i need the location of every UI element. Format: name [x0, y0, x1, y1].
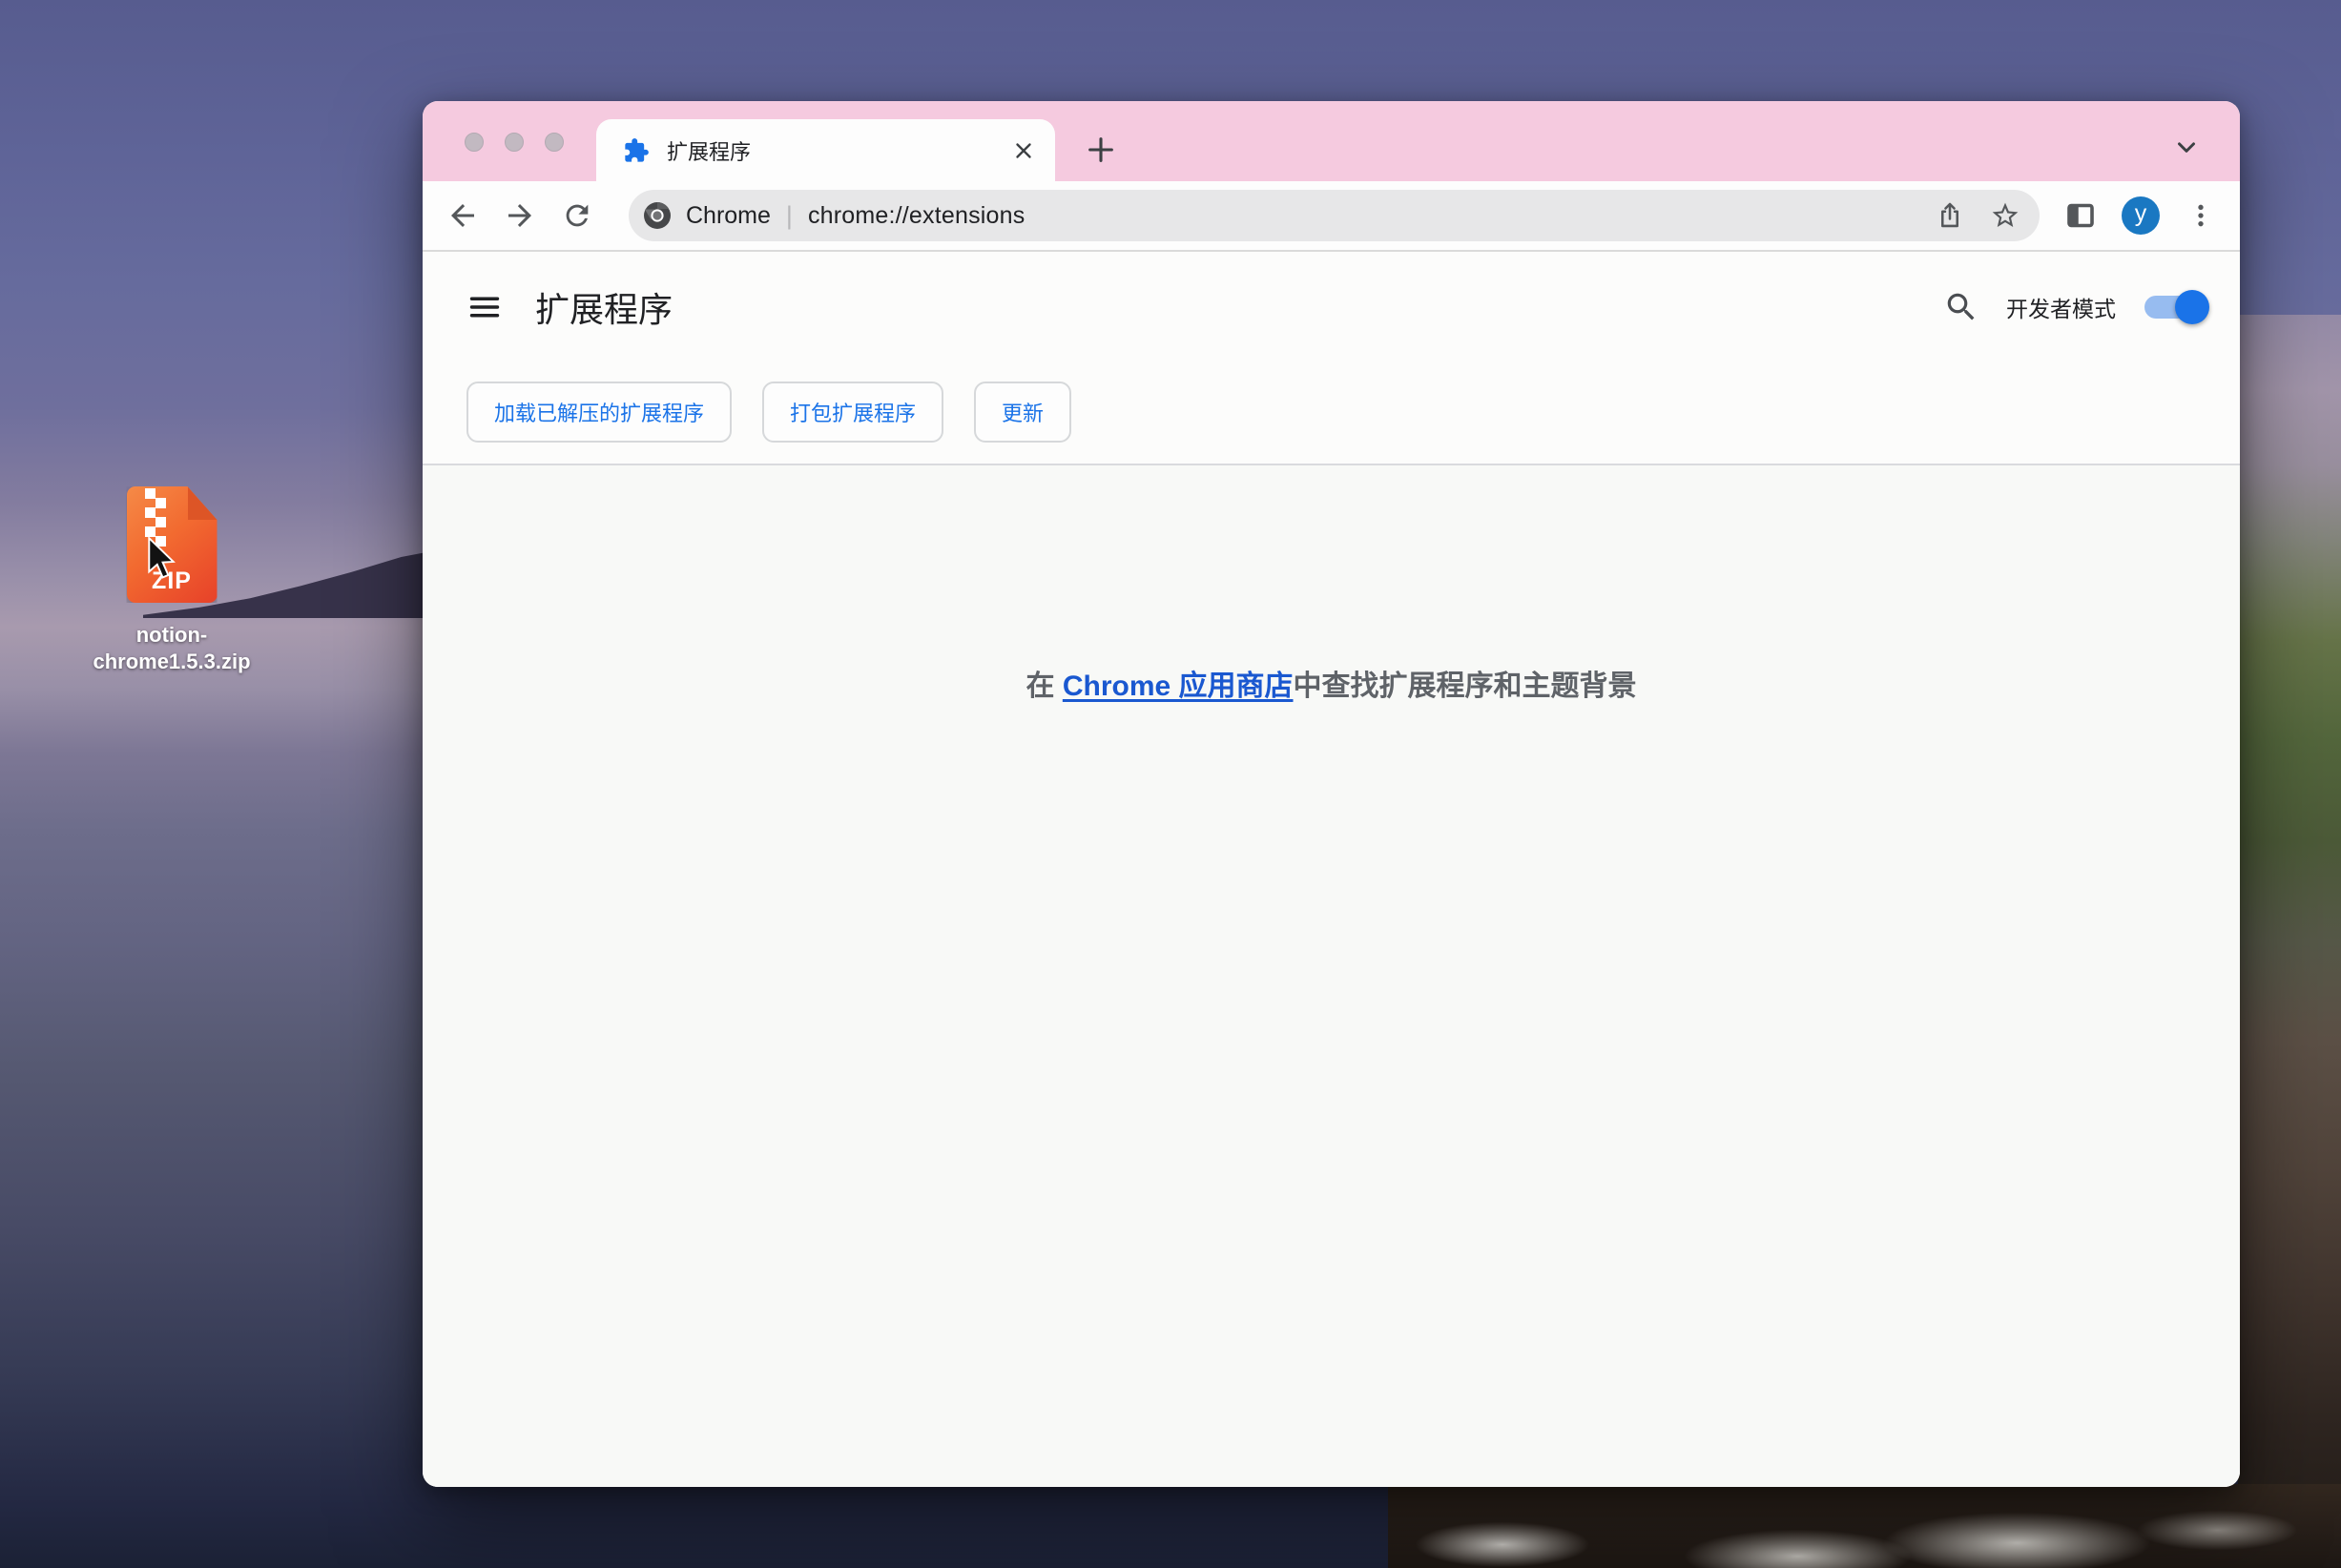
empty-state-message: 在 Chrome 应用商店中查找扩展程序和主题背景 [423, 662, 2240, 704]
empty-state-suffix: 中查找扩展程序和主题背景 [1294, 671, 1637, 702]
chrome-site-icon [642, 200, 673, 231]
close-window-button[interactable] [465, 133, 484, 152]
toggle-knob [2175, 290, 2209, 324]
forward-button[interactable] [501, 196, 539, 235]
profile-avatar[interactable]: y [2122, 196, 2160, 235]
empty-state-prefix: 在 [1025, 671, 1062, 702]
extensions-header: 扩展程序 开发者模式 加载已解压的扩展程序 打包扩展程序 更新 [423, 252, 2240, 465]
zip-zipper-square [155, 517, 166, 527]
wallpaper-rocks-surf [1388, 1484, 2341, 1568]
zip-fold-corner [188, 486, 218, 520]
tab-close-icon[interactable] [1011, 138, 1036, 163]
traffic-lights [465, 133, 564, 152]
reload-icon [561, 199, 593, 232]
search-icon[interactable] [1943, 289, 1979, 325]
file-name-label: notion- chrome1.5.3.zip [52, 622, 291, 675]
update-button[interactable]: 更新 [974, 382, 1071, 443]
browser-toolbar: Chrome | chrome://extensions [423, 181, 2240, 252]
tab-extensions[interactable]: 扩展程序 [596, 119, 1055, 181]
bookmark-button[interactable] [1986, 196, 2024, 235]
wallpaper-cliff [2238, 315, 2341, 1568]
browser-menu-button[interactable] [2181, 196, 2221, 236]
three-dot-menu-icon [2186, 200, 2216, 231]
share-button[interactable] [1931, 196, 1969, 235]
new-tab-button[interactable] [1079, 128, 1123, 172]
extension-puzzle-icon [623, 137, 650, 164]
browser-window: 扩展程序 [423, 101, 2240, 1487]
hamburger-menu-icon[interactable] [466, 289, 503, 325]
star-icon [1990, 200, 2020, 231]
developer-mode-toggle[interactable] [2144, 296, 2204, 319]
zip-zipper-square [155, 498, 166, 508]
zip-zipper-square [145, 526, 155, 537]
mouse-cursor [145, 537, 177, 581]
zip-zipper-square [145, 488, 155, 499]
zip-zipper-square [145, 507, 155, 518]
tab-search-chevron-button[interactable] [2165, 126, 2207, 168]
site-label: Chrome [686, 202, 771, 230]
page-title: 扩展程序 [535, 282, 673, 332]
address-bar[interactable]: Chrome | chrome://extensions [629, 190, 2040, 241]
back-button[interactable] [444, 196, 482, 235]
tab-title: 扩展程序 [667, 135, 1011, 166]
side-panel-icon [2063, 198, 2098, 233]
developer-mode-label: 开发者模式 [2006, 291, 2116, 323]
extensions-content: 在 Chrome 应用商店中查找扩展程序和主题背景 [423, 465, 2240, 1487]
desktop-file-notion-zip[interactable]: ZIP notion- chrome1.5.3.zip [52, 486, 291, 675]
share-icon [1935, 200, 1965, 231]
url-text[interactable]: chrome://extensions [808, 202, 1025, 230]
minimize-window-button[interactable] [505, 133, 524, 152]
tab-strip: 扩展程序 [423, 101, 2240, 181]
back-arrow-icon [445, 198, 480, 233]
pack-extension-button[interactable]: 打包扩展程序 [762, 382, 943, 443]
zoom-window-button[interactable] [545, 133, 564, 152]
chrome-web-store-link[interactable]: Chrome 应用商店 [1063, 671, 1294, 702]
load-unpacked-button[interactable]: 加载已解压的扩展程序 [466, 382, 732, 443]
extensions-actions-row: 加载已解压的扩展程序 打包扩展程序 更新 [466, 382, 2217, 443]
extensions-page: 扩展程序 开发者模式 加载已解压的扩展程序 打包扩展程序 更新 在 [423, 252, 2240, 1487]
chevron-down-icon [2172, 133, 2201, 161]
url-separator: | [786, 201, 793, 231]
toolbar-right-cluster: y [2040, 196, 2221, 236]
reload-button[interactable] [558, 196, 596, 235]
side-panel-button[interactable] [2061, 196, 2101, 236]
plus-icon [1085, 134, 1117, 166]
forward-arrow-icon [503, 198, 537, 233]
